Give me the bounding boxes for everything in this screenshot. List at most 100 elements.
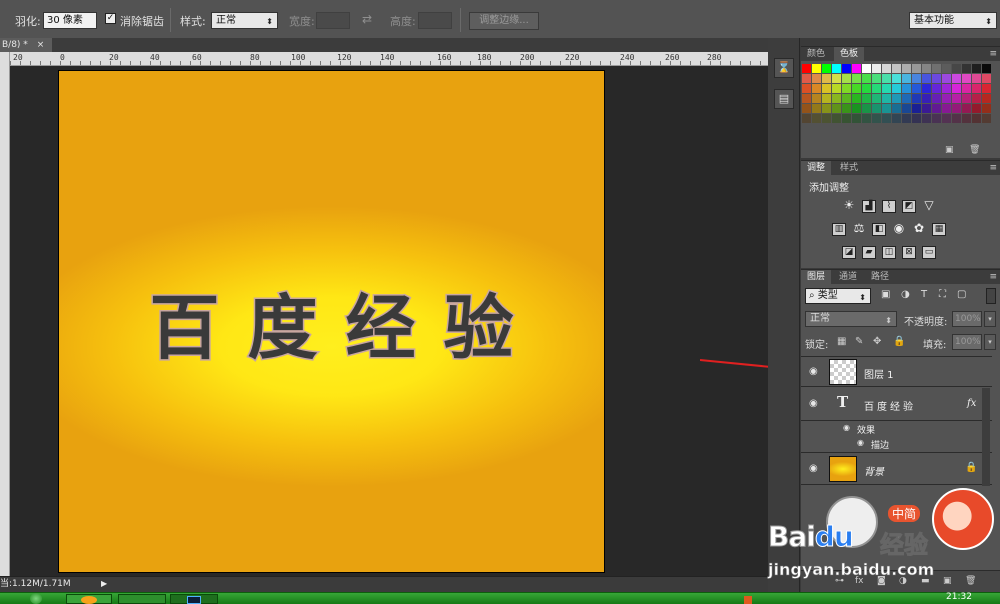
color-swatch[interactable] [842,84,851,93]
color-swatch[interactable] [932,74,941,83]
color-swatch[interactable] [912,94,921,103]
visibility-eye-icon[interactable]: ◉ [857,438,864,447]
fx-badge[interactable]: fx [967,398,976,409]
new-layer-icon[interactable]: ▣ [943,576,952,586]
layer-row[interactable]: ◉ 图层 1 [801,356,992,387]
brightness-icon[interactable]: ☀ [842,199,856,213]
color-swatch[interactable] [982,94,991,103]
color-swatch[interactable] [972,104,981,113]
color-swatch[interactable] [892,114,901,123]
lock-transparency-icon[interactable]: ▦ [837,336,846,347]
color-swatch[interactable] [952,84,961,93]
color-swatch[interactable] [812,114,821,123]
color-swatch[interactable] [952,94,961,103]
color-swatch[interactable] [872,74,881,83]
start-button-icon[interactable] [30,593,42,604]
tab-layers[interactable]: 图层 [801,270,832,284]
color-swatch[interactable] [882,94,891,103]
channel-mixer-icon[interactable]: ✿ [912,222,926,236]
color-swatch[interactable] [832,64,841,73]
black-white-icon[interactable]: ◧ [872,223,886,236]
color-swatch[interactable] [972,64,981,73]
color-swatch[interactable] [832,84,841,93]
layer-effects-row[interactable]: ◉ 效果 [801,422,992,437]
color-swatch[interactable] [932,64,941,73]
lock-brush-icon[interactable]: ✎ [855,336,863,347]
color-swatch[interactable] [802,104,811,113]
lock-position-icon[interactable]: ✥ [873,336,881,347]
invert-icon[interactable]: ◪ [842,246,856,259]
color-swatch[interactable] [812,64,821,73]
color-swatch[interactable] [922,114,931,123]
tab-paths[interactable]: 路径 [865,270,895,284]
taskbar-app-button[interactable] [118,594,166,604]
filter-type-icon[interactable]: T [921,289,927,300]
color-swatch[interactable] [922,64,931,73]
color-swatch[interactable] [862,94,871,103]
color-swatch[interactable] [962,94,971,103]
tab-styles[interactable]: 样式 [834,161,864,175]
layer-row[interactable]: ◉ T 百度经验 fx [801,388,992,421]
color-swatch[interactable] [982,104,991,113]
color-swatch[interactable] [952,74,961,83]
status-menu-arrow-icon[interactable]: ▶ [101,579,107,588]
color-swatch[interactable] [962,84,971,93]
color-swatch[interactable] [982,84,991,93]
color-swatch[interactable] [872,64,881,73]
color-swatch[interactable] [862,104,871,113]
filter-pixel-icon[interactable]: ▣ [881,289,890,300]
layers-scrollbar[interactable] [982,388,990,486]
fill-dropdown-icon[interactable]: ▾ [984,334,996,350]
color-swatch[interactable] [802,64,811,73]
color-swatch[interactable] [932,94,941,103]
color-balance-icon[interactable]: ⚖ [852,222,866,236]
color-swatch[interactable] [812,74,821,83]
color-swatch[interactable] [902,94,911,103]
color-swatch[interactable] [842,104,851,113]
color-swatch[interactable] [802,94,811,103]
color-swatch[interactable] [922,104,931,113]
panel-menu-icon[interactable]: ≡ [989,47,997,61]
history-icon[interactable]: ⌛ [774,58,794,78]
color-swatch[interactable] [852,74,861,83]
color-swatch[interactable] [862,74,871,83]
color-swatch[interactable] [832,74,841,83]
document-tab[interactable]: B/8) * × [0,38,53,52]
color-swatch[interactable] [962,64,971,73]
vibrance-icon[interactable]: ▽ [922,199,936,213]
color-swatch[interactable] [942,64,951,73]
layer-effect-stroke-row[interactable]: ◉ 描边 [801,437,992,453]
color-swatch[interactable] [812,94,821,103]
delete-layer-icon[interactable]: 🗑 [965,576,976,586]
color-swatch[interactable] [942,74,951,83]
color-swatch[interactable] [822,104,831,113]
color-swatch[interactable] [912,84,921,93]
color-swatch[interactable] [942,114,951,123]
color-swatch[interactable] [802,84,811,93]
curves-icon[interactable]: ⌇ [882,200,896,213]
color-swatch[interactable] [802,114,811,123]
color-swatch[interactable] [822,64,831,73]
tab-swatches[interactable]: 色板 [834,47,865,61]
color-swatch[interactable] [872,114,881,123]
color-swatch[interactable] [852,114,861,123]
color-swatch[interactable] [892,84,901,93]
antialias-checkbox[interactable]: ✓ [105,13,116,24]
feather-input[interactable]: 30 像素 [43,12,97,29]
taskbar-app-button[interactable] [66,594,112,604]
color-swatch[interactable] [892,94,901,103]
swatch-grid[interactable] [802,64,992,128]
color-swatch[interactable] [952,114,961,123]
layer-name[interactable]: 百度经验 [864,398,916,413]
tab-channels[interactable]: 通道 [833,270,863,284]
color-swatch[interactable] [862,64,871,73]
color-swatch[interactable] [842,94,851,103]
color-swatch[interactable] [942,84,951,93]
color-swatch[interactable] [972,114,981,123]
width-input[interactable] [316,12,350,29]
color-swatch[interactable] [902,104,911,113]
color-swatch[interactable] [832,104,841,113]
color-swatch[interactable] [972,84,981,93]
color-swatch[interactable] [962,104,971,113]
color-swatch[interactable] [862,114,871,123]
